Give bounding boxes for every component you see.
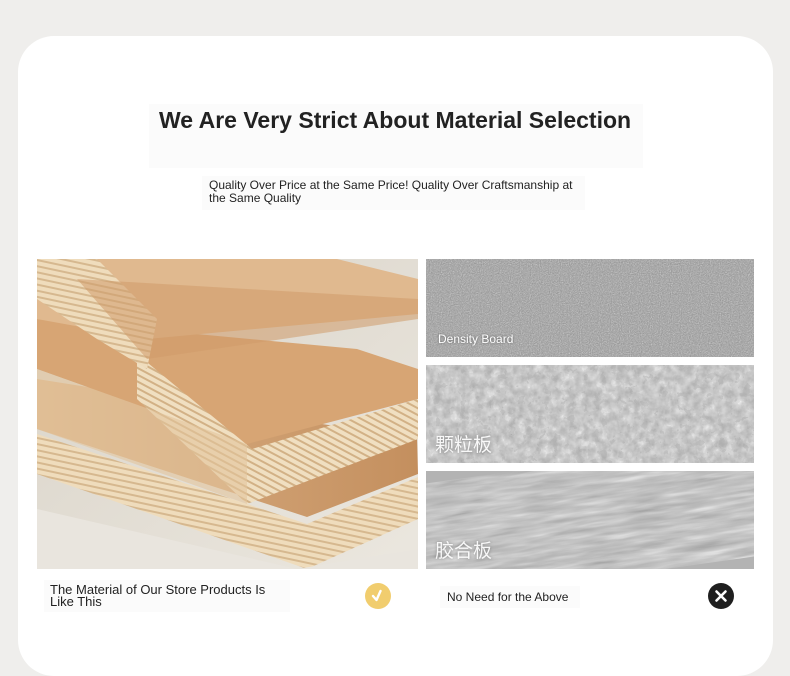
- page-subtitle: Quality Over Price at the Same Price! Qu…: [202, 176, 585, 210]
- material-swatch-density-board: Density Board: [426, 259, 754, 357]
- plywood-photo: [37, 259, 418, 569]
- material-swatch-oriented-strand-board: 胶合板: [426, 471, 754, 569]
- material-label: Density Board: [438, 332, 514, 346]
- material-label: 胶合板: [435, 541, 493, 562]
- check-icon: [365, 583, 391, 609]
- others-caption: No Need for the Above: [440, 586, 580, 608]
- material-swatch-particle-board: 颗粒板: [426, 365, 754, 463]
- close-icon: [708, 583, 734, 609]
- page-title: We Are Very Strict About Material Select…: [149, 104, 643, 168]
- our-material-caption: The Material of Our Store Products Is Li…: [44, 580, 290, 612]
- material-label: 颗粒板: [435, 435, 493, 456]
